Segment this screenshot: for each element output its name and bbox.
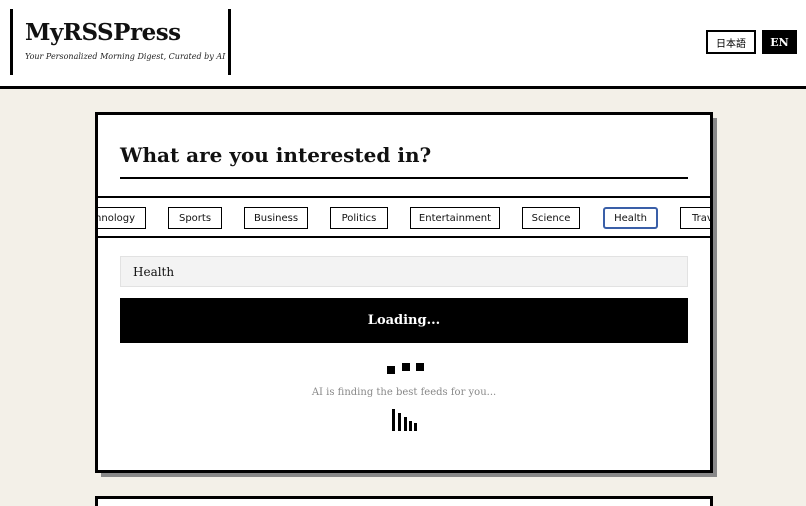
app-subtitle: Your Personalized Morning Digest, Curate… xyxy=(25,52,226,61)
loading-bars-icon xyxy=(392,409,422,431)
topic-chip-business[interactable]: Business xyxy=(244,207,308,229)
topic-chip-travel[interactable]: Travel xyxy=(680,207,710,229)
interest-heading: What are you interested in? xyxy=(120,143,432,167)
heading-divider xyxy=(120,177,688,179)
interest-input[interactable]: Health xyxy=(120,256,688,287)
loading-status-text: AI is finding the best feeds for you... xyxy=(311,387,497,398)
topic-chip-science[interactable]: Science xyxy=(522,207,580,229)
next-card-edge xyxy=(95,496,713,506)
topic-chip-health[interactable]: Health xyxy=(603,207,658,229)
language-ja-button[interactable]: 日本語 xyxy=(706,30,756,54)
find-feeds-button[interactable]: Loading... xyxy=(120,298,688,343)
brand-block: MyRSSPress Your Personalized Morning Dig… xyxy=(10,9,231,75)
app-header: MyRSSPress Your Personalized Morning Dig… xyxy=(0,0,806,89)
topic-chip-sports[interactable]: Sports xyxy=(168,207,222,229)
app-title: MyRSSPress xyxy=(25,19,181,46)
topic-chip-entertainment[interactable]: Entertainment xyxy=(410,207,500,229)
interest-card: What are you interested in? Technology S… xyxy=(95,112,713,473)
language-en-button[interactable]: EN xyxy=(762,30,797,54)
topic-chips-carousel[interactable]: Technology Sports Business Politics Ente… xyxy=(98,196,710,238)
loading-dots-icon xyxy=(387,363,427,375)
topic-chip-politics[interactable]: Politics xyxy=(330,207,388,229)
topic-chip-technology[interactable]: Technology xyxy=(98,207,146,229)
